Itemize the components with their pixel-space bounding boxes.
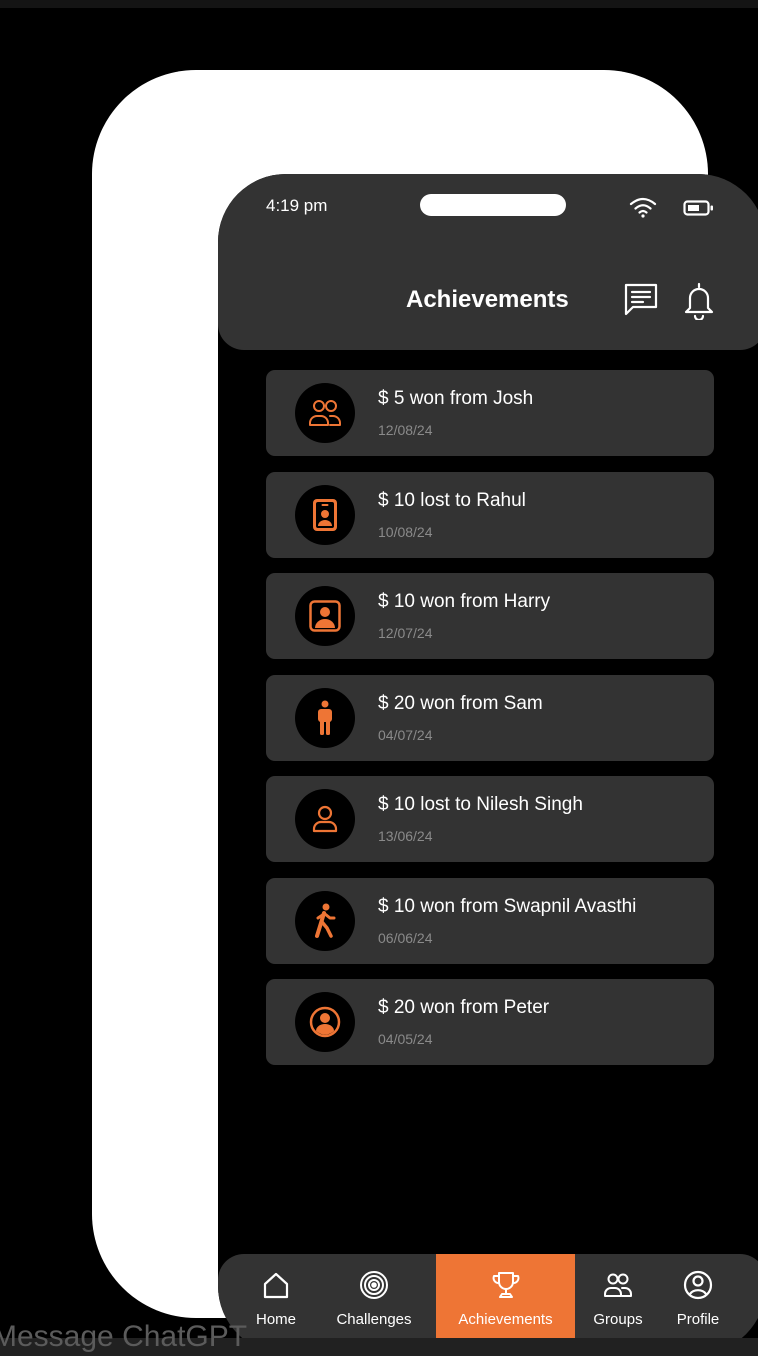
achievement-date: 04/05/24 bbox=[378, 1031, 433, 1047]
users-icon bbox=[295, 383, 355, 443]
message-icon[interactable] bbox=[623, 282, 659, 318]
achievement-date: 13/06/24 bbox=[378, 828, 433, 844]
achievement-card[interactable]: $ 10 won from Swapnil Avasthi 06/06/24 bbox=[266, 877, 714, 964]
user-circle-icon bbox=[295, 992, 355, 1052]
standing-person-icon bbox=[295, 687, 355, 748]
id-badge-icon bbox=[295, 484, 355, 545]
portrait-icon bbox=[295, 586, 355, 646]
status-time: 4:19 pm bbox=[266, 196, 328, 215]
achievement-date: 12/07/24 bbox=[378, 625, 433, 641]
wifi-icon bbox=[629, 197, 657, 218]
user-icon bbox=[295, 789, 355, 849]
nav-label: Groups bbox=[593, 1311, 643, 1328]
nav-label: Profile bbox=[676, 1311, 720, 1328]
achievement-date: 06/06/24 bbox=[378, 929, 433, 946]
nav-label: Home bbox=[255, 1311, 296, 1328]
achievement-card[interactable]: $ 20 won from Sam 04/07/24 bbox=[266, 674, 714, 761]
achievement-card[interactable]: $ 10 lost to Rahul 10/08/24 bbox=[266, 471, 714, 558]
achievement-title: $ 20 won from Sam bbox=[378, 692, 543, 714]
achievement-title: $ 20 won from Peter bbox=[378, 997, 550, 1018]
achievement-title: $ 10 won from Swapnil Avasthi bbox=[378, 895, 637, 917]
achievement-card[interactable]: $ 20 won from Peter 04/05/24 bbox=[266, 979, 714, 1065]
phone-frame: 4:19 pm Achievements $ 5 won from Josh 1… bbox=[92, 70, 758, 1354]
chat-input-placeholder: Message ChatGPT bbox=[0, 1320, 248, 1353]
achievement-title: $ 10 lost to Rahul bbox=[378, 489, 526, 511]
trophy-icon bbox=[492, 1272, 519, 1298]
profile-icon bbox=[683, 1270, 713, 1300]
achievements-list: $ 5 won from Josh 12/08/24 $ 10 lost to … bbox=[266, 370, 714, 1081]
nav-label: Achievements bbox=[458, 1311, 553, 1328]
top-strip bbox=[0, 0, 758, 8]
walking-person-icon bbox=[295, 890, 355, 951]
page-title: Achievements bbox=[406, 286, 569, 313]
achievement-title: $ 5 won from Josh bbox=[378, 388, 534, 409]
target-icon bbox=[360, 1271, 388, 1299]
nav-label: Challenges bbox=[336, 1311, 412, 1328]
achievement-title: $ 10 lost to Nilesh Singh bbox=[378, 794, 583, 815]
app-header: 4:19 pm Achievements bbox=[218, 174, 758, 350]
achievement-title: $ 10 won from Harry bbox=[378, 591, 551, 612]
dynamic-island bbox=[420, 194, 566, 216]
bell-icon[interactable] bbox=[684, 282, 714, 320]
achievement-date: 10/08/24 bbox=[378, 523, 433, 540]
battery-icon bbox=[683, 200, 713, 216]
home-icon bbox=[263, 1272, 289, 1299]
phone-screen: 4:19 pm Achievements $ 5 won from Josh 1… bbox=[218, 174, 758, 1354]
achievement-card[interactable]: $ 10 lost to Nilesh Singh 13/06/24 bbox=[266, 776, 714, 862]
achievement-date: 04/07/24 bbox=[378, 726, 433, 743]
groups-icon bbox=[604, 1273, 632, 1297]
achievement-card[interactable]: $ 10 won from Harry 12/07/24 bbox=[266, 573, 714, 659]
achievement-date: 12/08/24 bbox=[378, 422, 433, 438]
achievement-card[interactable]: $ 5 won from Josh 12/08/24 bbox=[266, 370, 714, 456]
